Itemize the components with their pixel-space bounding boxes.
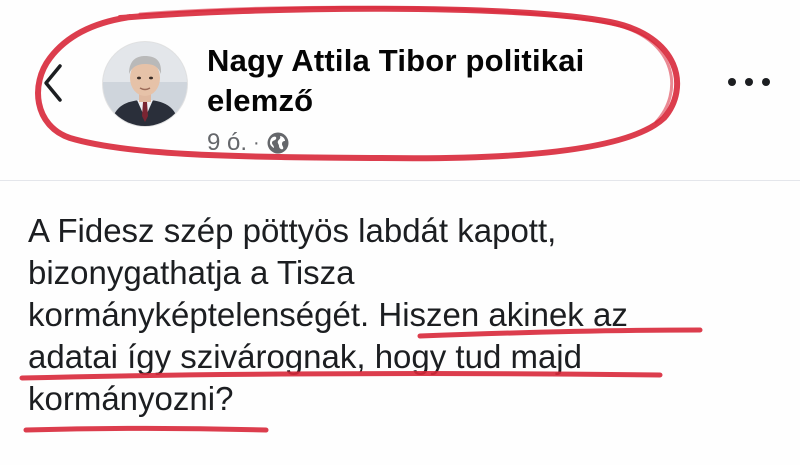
more-dot [745,78,753,86]
meta-separator: · [253,131,260,154]
avatar-photo [103,42,187,126]
globe-icon[interactable] [266,131,290,155]
annotation-underline-3 [23,426,269,433]
post-text-line: kormányozni? [28,380,234,417]
avatar[interactable] [103,42,187,126]
header-divider [0,180,800,181]
post-text-line: kormányképtelenségét. Hiszen akinek az [28,296,628,333]
more-dot [762,78,770,86]
more-dot [728,78,736,86]
post-body: A Fidesz szép pöttyös labdát kapott, biz… [28,210,788,420]
more-options-button[interactable] [728,70,770,94]
facebook-post: Nagy Attila Tibor politikai elemző 9 ó. … [0,0,800,465]
cropped-top-text [110,0,150,6]
author-name-line-1: Nagy Attila Tibor politikai [207,43,585,78]
post-text-line: bizonygathatja a Tisza [28,254,355,291]
post-text-line: adatai így szivárognak, hogy tud majd [28,338,582,375]
post-meta: 9 ó. · [207,129,290,157]
post-timestamp[interactable]: 9 ó. [207,129,247,157]
chevron-left-icon[interactable] [40,62,66,104]
author-name-line-2: elemző [207,83,314,118]
author-name[interactable]: Nagy Attila Tibor politikai elemző [207,41,647,121]
post-text-line: A Fidesz szép pöttyös labdát kapott, [28,212,557,249]
